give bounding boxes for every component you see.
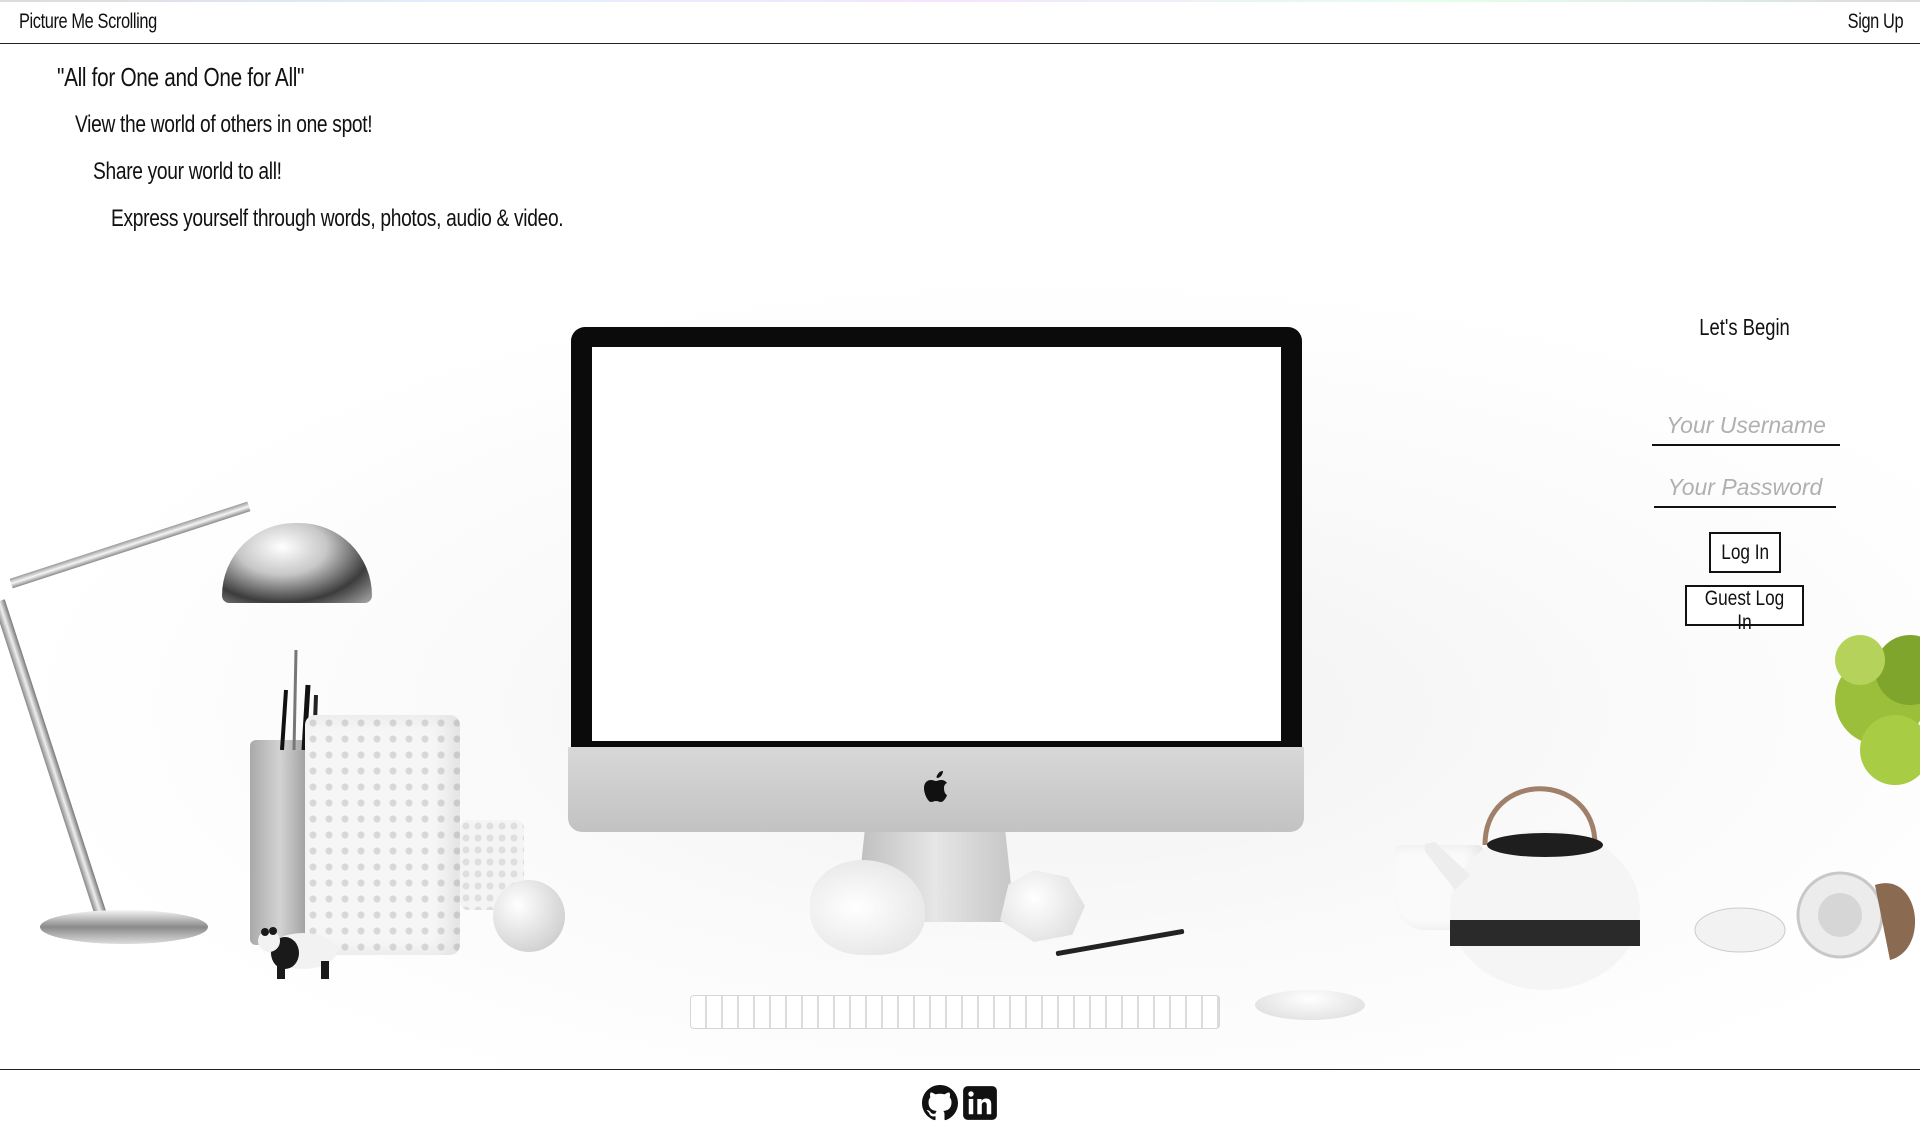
hero-desk-image	[0, 270, 1920, 1070]
tagline-share: Share your world to all!	[93, 158, 282, 185]
tagline-motto: "All for One and One for All"	[57, 62, 305, 92]
signup-link[interactable]: Sign Up	[1847, 10, 1903, 34]
login-panel: Let's Begin Log In Guest Log In	[1640, 310, 1850, 634]
apple-logo-icon	[924, 771, 947, 802]
linkedin-icon[interactable]	[962, 1085, 998, 1121]
guest-login-button[interactable]: Guest Log In	[1685, 585, 1804, 634]
headphones-icon	[1694, 871, 1916, 960]
keyboard	[690, 995, 1220, 1029]
guest-login-button-label: Guest Log In	[1704, 587, 1785, 634]
top-navbar: Picture Me Scrolling Sign Up	[0, 0, 1920, 44]
login-title: Let's Begin	[1640, 314, 1850, 341]
login-title-text: Let's Begin	[1699, 314, 1791, 340]
password-input[interactable]	[1654, 468, 1836, 508]
footer	[0, 1069, 1920, 1130]
username-input[interactable]	[1652, 406, 1840, 446]
monitor-screen	[592, 347, 1281, 741]
tagline-express: Express yourself through words, photos, …	[111, 205, 564, 232]
monitor-bezel	[571, 327, 1302, 747]
login-button-label: Log In	[1721, 540, 1769, 564]
teapot-icon	[1425, 786, 1640, 990]
white-perforated-cup	[305, 715, 460, 955]
tagline-view: View the world of others in one spot!	[75, 111, 373, 138]
login-button[interactable]: Log In	[1709, 532, 1781, 573]
glass-ball	[493, 880, 565, 952]
grey-pen-cup	[250, 740, 310, 945]
mouse	[1255, 990, 1365, 1020]
lamp-base	[40, 910, 208, 944]
github-icon[interactable]	[922, 1085, 958, 1121]
plant-icon	[1835, 635, 1920, 785]
panda-figurine-icon	[258, 927, 337, 979]
brand-link[interactable]: Picture Me Scrolling	[19, 10, 157, 34]
nav-accent-line	[0, 0, 1920, 2]
